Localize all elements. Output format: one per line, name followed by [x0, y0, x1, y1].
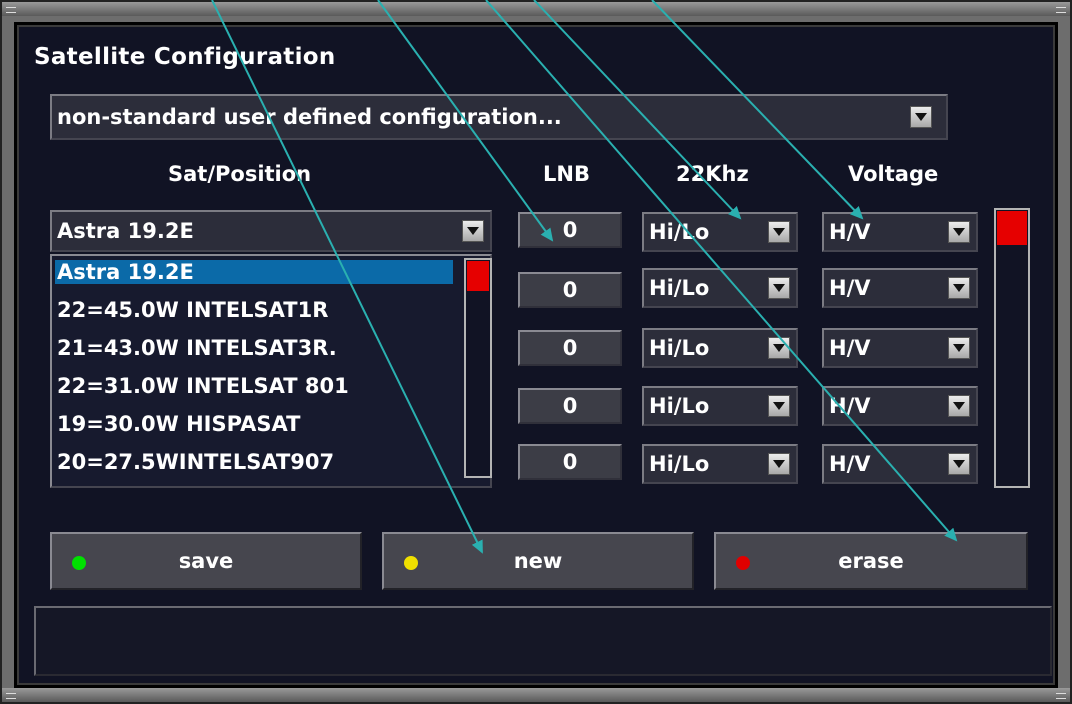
sat-position-list[interactable]: Astra 19.2E 22=45.0W INTELSAT1R 21=43.0W… — [50, 254, 492, 488]
voltage-select-value: H/V — [829, 336, 871, 360]
list-item[interactable]: 20=27.5WINTELSAT907 — [57, 450, 334, 474]
lnb-button[interactable]: 0 — [518, 212, 622, 248]
khz22-select[interactable]: Hi/Lo — [642, 386, 798, 426]
khz22-select-value: Hi/Lo — [649, 452, 710, 476]
chevron-down-icon[interactable] — [948, 277, 970, 299]
yellow-dot-icon — [404, 556, 418, 570]
header-22khz: 22Khz — [676, 162, 749, 186]
lnb-button[interactable]: 0 — [518, 330, 622, 366]
grip-icon — [6, 693, 16, 699]
chevron-down-icon[interactable] — [910, 106, 932, 128]
list-item[interactable]: 21=43.0W INTELSAT3R. — [57, 336, 337, 360]
lnb-button[interactable]: 0 — [518, 272, 622, 308]
chevron-down-icon[interactable] — [948, 395, 970, 417]
list-scrollbar[interactable] — [464, 258, 492, 478]
khz22-select-value: Hi/Lo — [649, 220, 710, 244]
save-button-label: save — [178, 549, 234, 573]
list-item[interactable]: 22=45.0W INTELSAT1R — [57, 298, 328, 322]
status-bar — [34, 606, 1052, 676]
chevron-down-icon[interactable] — [768, 337, 790, 359]
header-sat-position: Sat/Position — [168, 162, 312, 186]
chevron-down-icon[interactable] — [948, 337, 970, 359]
khz22-select[interactable]: Hi/Lo — [642, 212, 798, 252]
config-select[interactable]: non-standard user defined configuration.… — [50, 94, 948, 140]
chevron-down-icon[interactable] — [768, 395, 790, 417]
voltage-select-value: H/V — [829, 276, 871, 300]
chevron-down-icon[interactable] — [462, 220, 484, 242]
grip-icon — [1056, 693, 1066, 699]
sat-position-select[interactable]: Astra 19.2E — [50, 210, 492, 252]
chevron-down-icon[interactable] — [768, 277, 790, 299]
khz22-select-value: Hi/Lo — [649, 276, 710, 300]
chevron-down-icon[interactable] — [948, 453, 970, 475]
khz22-select[interactable]: Hi/Lo — [642, 444, 798, 484]
erase-button-label: erase — [838, 549, 904, 573]
voltage-select[interactable]: H/V — [822, 386, 978, 426]
lnb-button[interactable]: 0 — [518, 388, 622, 424]
list-scrollbar-thumb[interactable] — [467, 261, 489, 291]
rows-scrollbar-thumb[interactable] — [997, 211, 1027, 245]
list-item[interactable]: Astra 19.2E — [55, 260, 453, 284]
new-button-label: new — [513, 549, 563, 573]
chevron-down-icon[interactable] — [768, 453, 790, 475]
grip-icon — [1056, 7, 1066, 13]
voltage-select[interactable]: H/V — [822, 212, 978, 252]
lnb-button[interactable]: 0 — [518, 444, 622, 480]
voltage-select-value: H/V — [829, 220, 871, 244]
red-dot-icon — [736, 556, 750, 570]
voltage-select-value: H/V — [829, 452, 871, 476]
khz22-select-value: Hi/Lo — [649, 336, 710, 360]
config-select-value: non-standard user defined configuration.… — [57, 105, 562, 129]
khz22-select-value: Hi/Lo — [649, 394, 710, 418]
save-button[interactable]: save — [50, 532, 362, 590]
chevron-down-icon[interactable] — [948, 221, 970, 243]
grip-icon — [6, 7, 16, 13]
green-dot-icon — [72, 556, 86, 570]
erase-button[interactable]: erase — [714, 532, 1028, 590]
voltage-select[interactable]: H/V — [822, 444, 978, 484]
khz22-select[interactable]: Hi/Lo — [642, 328, 798, 368]
new-button[interactable]: new — [382, 532, 694, 590]
voltage-select[interactable]: H/V — [822, 268, 978, 308]
header-lnb: LNB — [543, 162, 590, 186]
window-title: Satellite Configuration — [34, 44, 336, 70]
rows-scrollbar[interactable] — [994, 208, 1030, 488]
khz22-select[interactable]: Hi/Lo — [642, 268, 798, 308]
chevron-down-icon[interactable] — [768, 221, 790, 243]
voltage-select-value: H/V — [829, 394, 871, 418]
frame-top-strip — [2, 2, 1070, 16]
list-item[interactable]: 19=30.0W HISPASAT — [57, 412, 300, 436]
list-item[interactable]: 22=31.0W INTELSAT 801 — [57, 374, 349, 398]
header-voltage: Voltage — [848, 162, 939, 186]
voltage-select[interactable]: H/V — [822, 328, 978, 368]
frame-bottom-strip — [2, 688, 1070, 702]
sat-position-select-value: Astra 19.2E — [57, 219, 194, 243]
